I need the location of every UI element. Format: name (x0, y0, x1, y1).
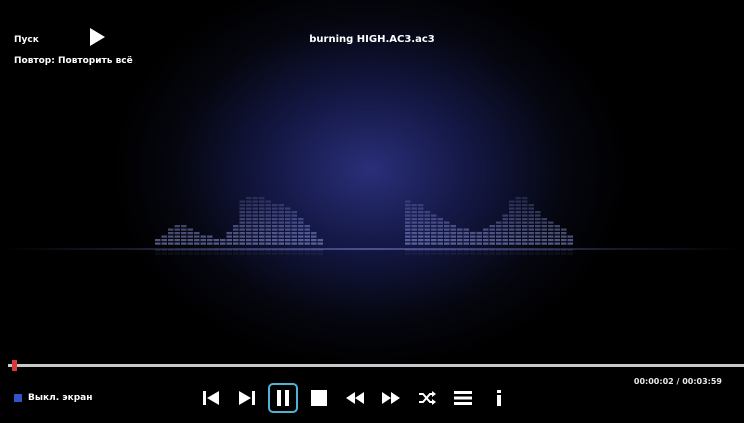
pause-button[interactable] (268, 383, 298, 413)
progress-handle[interactable] (11, 360, 17, 371)
screen-off-label: Выкл. экран (28, 393, 93, 403)
previous-button[interactable] (193, 383, 229, 413)
playback-controls (193, 381, 517, 415)
playlist-button[interactable] (445, 383, 481, 413)
fast-forward-button[interactable] (373, 383, 409, 413)
skip-previous-icon (203, 391, 219, 405)
skip-next-icon (239, 391, 255, 405)
visualizer-floor-line (0, 248, 744, 250)
progress-bar[interactable] (8, 364, 744, 367)
track-title: burning HIGH.AC3.ac3 (309, 34, 435, 45)
shuffle-button[interactable] (409, 383, 445, 413)
info-button[interactable] (481, 383, 517, 413)
screen-off-option[interactable]: Выкл. экран (14, 393, 92, 403)
stop-button[interactable] (301, 383, 337, 413)
stop-icon (311, 390, 327, 406)
next-button[interactable] (229, 383, 265, 413)
rewind-icon (346, 392, 364, 404)
pause-icon (277, 390, 289, 406)
playlist-icon (454, 391, 472, 405)
fast-forward-icon (382, 392, 400, 404)
rewind-button[interactable] (337, 383, 373, 413)
shuffle-icon (419, 391, 436, 405)
info-icon (497, 390, 501, 406)
playback-time: 00:00:02 / 00:03:59 (633, 377, 722, 386)
repeat-mode-label: Повтор: Повторить всё (14, 56, 133, 66)
blue-button-marker-icon (14, 394, 22, 402)
